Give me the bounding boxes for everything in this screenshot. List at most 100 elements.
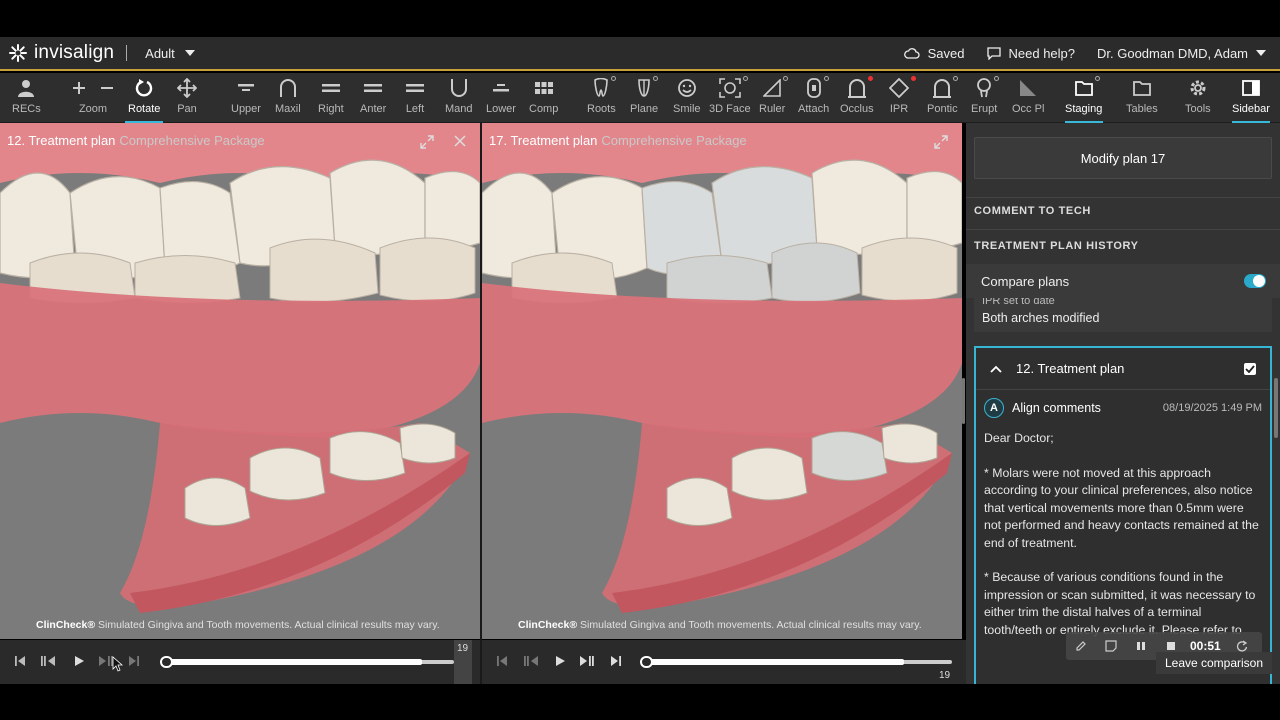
ipr-diamond-icon [889,78,909,98]
tables-button[interactable]: Tables [1126,76,1158,127]
tooth-plane-icon [638,79,650,97]
app-header: invisalign Adult Saved Need help? Dr. Go… [0,37,1280,71]
saved-label: Saved [927,45,965,61]
mand-view-button[interactable]: Mand [445,76,473,120]
tooth-root-icon [594,78,609,97]
comment-author: Align comments [1012,401,1101,415]
person-icon [18,80,35,97]
pontic-button[interactable]: Pontic [927,76,959,120]
play-icon[interactable] [554,655,566,667]
disclaimer-text: Simulated Gingiva and Tooth movements. A… [98,619,440,631]
rotate-icon [136,79,153,97]
skip-to-start-icon[interactable] [14,655,26,667]
right-plan-name: 17. Treatment plan [489,133,598,148]
right-timeline-handle[interactable] [640,656,653,668]
maxil-view-button[interactable]: Maxil [275,76,301,120]
left-viewport-title: 12. Treatment plan Comprehensive Package [7,133,265,148]
folder-icon [1074,81,1093,96]
left-label: Left [405,103,425,115]
clincheck-brand: ClinCheck® [36,619,96,631]
left-view-button[interactable]: Left [405,76,425,120]
right-view-button[interactable]: Right [318,76,344,120]
disclaimer-text: Simulated Gingiva and Tooth movements. A… [580,619,922,631]
attachment-icon [806,78,821,98]
comment-paragraph: * Molars were not moved at this approach… [984,465,1259,550]
skip-to-end-icon[interactable] [128,655,140,667]
skip-to-start-icon[interactable] [496,655,508,667]
help-button[interactable]: Need help? [986,46,1075,61]
occ-pl-button[interactable]: Occ Pl [1012,76,1044,120]
step-back-icon[interactable] [40,655,56,667]
tools-button[interactable]: Tools [1185,76,1211,127]
user-menu[interactable]: Dr. Goodman DMD, Adam [1097,46,1266,61]
smile-button[interactable]: Smile [673,76,701,120]
pause-icon[interactable] [1136,641,1146,651]
pencil-icon[interactable] [1075,640,1087,652]
invisalign-star-icon [9,44,27,62]
previous-plan-card: IPR set to date Both arches modified [974,298,1272,332]
plan-12-header[interactable]: 12. Treatment plan [976,348,1270,390]
tools-label: Tools [1185,103,1211,115]
pan-button[interactable]: Pan [177,76,197,120]
smile-label: Smile [673,103,701,115]
leave-comparison-button[interactable]: Leave comparison [1156,652,1272,674]
recs-button[interactable]: RECs [12,76,41,120]
modify-plan-button[interactable]: Modify plan 17 [974,137,1272,179]
anterior-view-button[interactable]: Anter [360,76,386,120]
ipr-button[interactable]: IPR [889,76,916,120]
plan-12-checkbox[interactable] [1244,363,1256,375]
left-step-count: 19 [457,643,469,654]
occlusion-button[interactable]: Occlus [840,76,874,127]
brand-logo: invisalign [8,42,114,64]
compare-plans-toggle[interactable] [1244,274,1266,288]
zoom-button[interactable]: Zoom [72,76,114,120]
stop-icon[interactable] [1166,641,1176,651]
previous-plan-summary: Both arches modified [982,311,1100,325]
left-3d-viewport[interactable]: 12. Treatment plan Comprehensive Package … [0,123,480,639]
step-forward-icon[interactable] [579,655,595,667]
play-icon[interactable] [73,655,85,667]
recs-label: RECs [12,103,41,115]
mode-selector[interactable]: Adult [145,46,195,61]
rotate-button[interactable]: Rotate [128,76,160,120]
comp-view-button[interactable]: Comp [529,76,558,120]
treatment-plan-history-header[interactable]: TREATMENT PLAN HISTORY [974,240,1139,252]
right-3d-viewport[interactable]: 17. Treatment plan Comprehensive Package … [482,123,962,639]
restart-icon[interactable] [1236,640,1248,652]
comment-to-tech-header[interactable]: COMMENT TO TECH [974,205,1091,217]
sidebar-scrollbar[interactable] [1274,378,1278,438]
mandibular-arch-icon [450,79,467,97]
letterbox-top [0,0,1280,37]
right-timeline-slider[interactable] [640,656,952,668]
lower-view-button[interactable]: Lower [486,76,516,120]
upper-view-button[interactable]: Upper [231,76,261,120]
expand-icon[interactable] [934,135,948,149]
roots-label: Roots [587,103,616,115]
note-icon[interactable] [1105,640,1117,652]
plane-button[interactable]: Plane [630,76,658,120]
3d-face-button[interactable]: 3D Face [709,76,751,120]
section-divider [966,229,1280,230]
sidebar-label: Sidebar [1232,103,1270,115]
expand-icon[interactable] [420,135,434,149]
ipr-label: IPR [889,103,909,115]
staging-button[interactable]: Staging [1065,76,1102,127]
compare-plans-row: Compare plans [966,264,1280,298]
sidebar-toggle-button[interactable]: Sidebar [1232,76,1270,120]
close-icon[interactable] [454,135,466,147]
attach-button[interactable]: Attach [798,76,829,120]
mode-label: Adult [145,45,175,61]
step-back-icon[interactable] [523,655,539,667]
ruler-button[interactable]: Ruler [759,76,789,120]
pontic-icon [933,79,952,98]
skip-to-end-icon[interactable] [610,655,622,667]
left-timeline-slider[interactable] [160,656,454,668]
erupt-button[interactable]: Erupt [971,76,1000,120]
roots-button[interactable]: Roots [587,76,617,120]
mouse-cursor-icon [112,656,124,672]
left-plan-name: 12. Treatment plan [7,133,116,148]
panel-resize-handle[interactable] [962,378,965,424]
left-timeline-handle[interactable] [160,656,173,668]
tables-label: Tables [1126,103,1158,115]
chevron-up-icon[interactable] [990,365,1002,373]
